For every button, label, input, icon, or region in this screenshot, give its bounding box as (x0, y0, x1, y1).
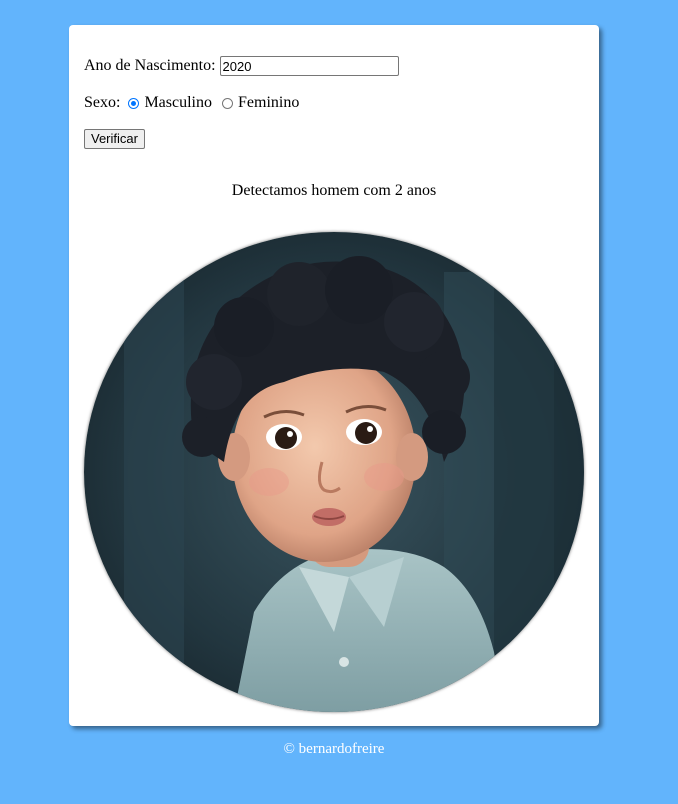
radio-masculino[interactable] (128, 97, 140, 109)
footer-copyright: © bernardofreire (283, 741, 385, 757)
radio-feminino[interactable] (222, 97, 233, 109)
birth-year-input[interactable] (219, 56, 399, 76)
birth-year-row: Ano de Nascimento: (84, 56, 399, 76)
sex-row: Sexo: Masculino Feminino (84, 94, 299, 112)
form-card: Ano de Nascimento: Sexo: Masculino Femin… (69, 25, 599, 726)
verify-button[interactable]: Verificar (84, 129, 145, 149)
sex-label: Sexo: (84, 94, 121, 111)
result-text: Detectamos homem com 2 anos (231, 182, 437, 199)
radio-feminino-label[interactable]: Feminino (238, 94, 299, 112)
birth-year-label: Ano de Nascimento: (84, 57, 216, 74)
radio-masculino-label[interactable]: Masculino (144, 94, 212, 112)
child-photo-illustration (84, 232, 584, 712)
result-photo (84, 232, 584, 712)
